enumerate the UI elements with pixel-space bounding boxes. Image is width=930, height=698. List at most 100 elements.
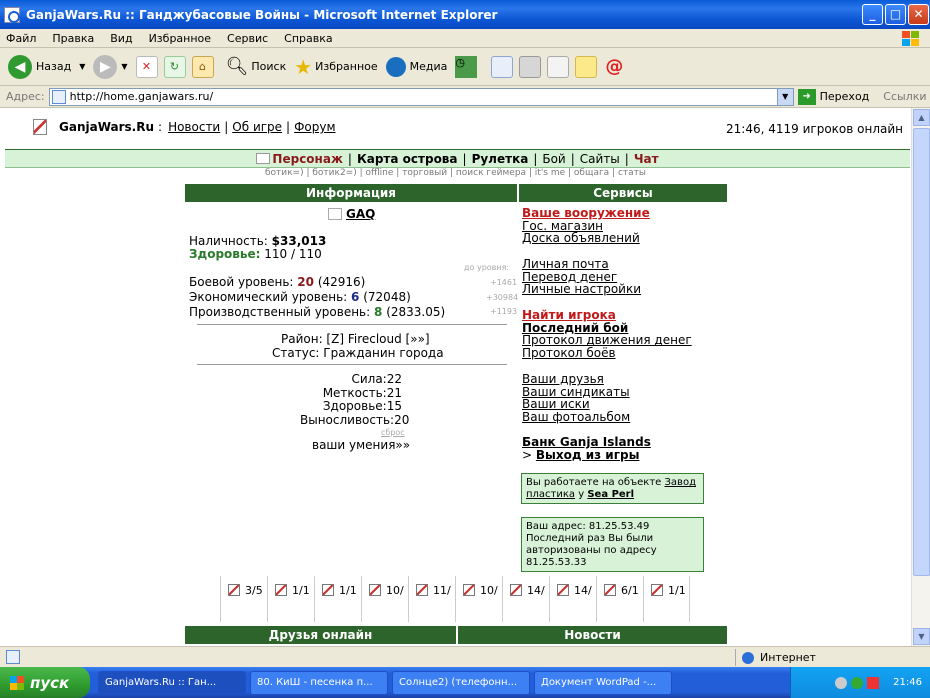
nav-news[interactable]: Новости <box>168 120 220 134</box>
stop-icon[interactable]: ✕ <box>135 55 158 78</box>
status-bar: Интернет <box>0 646 930 667</box>
reset-link[interactable]: сброс <box>381 428 405 437</box>
photo-album-link[interactable]: Ваш фотоальбом <box>522 411 630 424</box>
item-slot[interactable]: 6/1 <box>596 576 643 622</box>
battle-log-link[interactable]: Протокол боёв <box>522 347 692 360</box>
stats-list: Сила:22 Меткость:21 Здоровье:15 Вынослив… <box>300 372 409 428</box>
place-link[interactable]: Sea Perl <box>587 489 634 500</box>
start-button[interactable]: пуск <box>0 667 90 698</box>
menu-view[interactable]: Вид <box>110 32 132 45</box>
close-button[interactable]: ✕ <box>908 4 929 25</box>
nav-about[interactable]: Об игре <box>232 120 282 134</box>
favorites-button[interactable]: ★ Избранное <box>294 55 377 79</box>
messenger-icon[interactable]: @ <box>603 56 625 78</box>
item-slot[interactable]: 3/5 <box>220 576 267 622</box>
money-log-link[interactable]: Протокол движения денег <box>522 334 692 347</box>
info-header: Информация <box>185 184 517 202</box>
item-slot[interactable]: 14/ <box>549 576 596 622</box>
task-wordpad[interactable]: Документ WordPad -... <box>534 670 672 695</box>
scroll-up-icon[interactable]: ▲ <box>913 109 930 126</box>
district[interactable]: Район: [Z] Firecloud [»»] <box>281 332 430 346</box>
scroll-down-icon[interactable]: ▼ <box>913 628 930 645</box>
page-status-icon <box>6 650 20 664</box>
prod-need: +1193 <box>490 307 518 316</box>
nav-forum[interactable]: Форум <box>294 120 335 134</box>
system-tray: 21:46 <box>790 667 930 698</box>
item-slot[interactable]: 1/1 <box>314 576 361 622</box>
tray-icon[interactable] <box>867 676 880 689</box>
services-group-4: Ваши друзья Ваши синдикаты Ваши иски Ваш… <box>522 373 630 423</box>
menu-file[interactable]: Файл <box>6 32 36 45</box>
menu-favorites[interactable]: Избранное <box>149 32 211 45</box>
home-icon[interactable]: ⌂ <box>191 55 214 78</box>
go-button[interactable]: ➜ Переход <box>797 88 869 105</box>
nick-row: GAQ <box>328 207 375 221</box>
scroll-thumb[interactable] <box>913 128 930 576</box>
menu-bar: Файл Правка Вид Избранное Сервис Справка <box>0 29 930 48</box>
mail-icon[interactable] <box>491 55 514 78</box>
task-ie[interactable]: GanjaWars.Ru :: Ган... <box>98 670 246 695</box>
media-button[interactable]: Медиа <box>385 56 447 77</box>
task-messenger[interactable]: Солнце2) (телефонн... <box>392 670 530 695</box>
menu-help[interactable]: Справка <box>284 32 332 45</box>
globe-icon <box>742 651 754 664</box>
item-slot[interactable]: 1/1 <box>643 576 690 622</box>
item-slot[interactable]: 10/ <box>361 576 408 622</box>
clan-icon <box>328 208 342 220</box>
nav-chat[interactable]: Чат <box>634 152 659 166</box>
item-image-icon <box>416 584 428 596</box>
title-bar: GanjaWars.Ru :: Ганджубасовые Войны - Mi… <box>0 0 930 29</box>
print-icon[interactable] <box>519 55 542 78</box>
tray-icon[interactable] <box>835 676 848 689</box>
exit-link[interactable]: Выход из игры <box>536 448 640 462</box>
news-header: Новости <box>458 626 727 644</box>
board-link[interactable]: Доска объявлений <box>522 232 650 245</box>
tray-icon[interactable] <box>851 676 864 689</box>
menu-edit[interactable]: Правка <box>52 32 94 45</box>
nav-battle[interactable]: Бой <box>542 152 565 166</box>
nav-sites[interactable]: Сайты <box>580 152 620 166</box>
history-icon[interactable]: ◷ <box>455 55 478 78</box>
menu-tools[interactable]: Сервис <box>227 32 268 45</box>
skills-link[interactable]: ваши умения»» <box>312 438 410 452</box>
address-input[interactable]: http://home.ganjawars.ru/ ▼ <box>48 87 794 106</box>
vertical-scrollbar[interactable]: ▲ ▼ <box>911 108 930 646</box>
nav-roulette[interactable]: Рулетка <box>472 152 529 166</box>
services-group-1: Ваше вооружение Гос. магазин Доска объяв… <box>522 207 650 245</box>
page-icon <box>51 89 66 104</box>
sub-links[interactable]: ботик=) | ботик2=) | offline | торговый … <box>0 168 911 178</box>
to-level-label: до уровня: <box>464 263 510 272</box>
lawsuits-link[interactable]: Ваши иски <box>522 398 630 411</box>
friends-link[interactable]: Ваши друзья <box>522 373 630 386</box>
item-slot[interactable]: 10/ <box>455 576 502 622</box>
find-player-link[interactable]: Найти игрока <box>522 309 692 322</box>
mail-link[interactable]: Личная почта <box>522 258 641 271</box>
nav-map[interactable]: Карта острова <box>357 152 458 166</box>
task-music[interactable]: 80. КиШ - песенка п... <box>250 670 388 695</box>
taskbar: пуск GanjaWars.Ru :: Ган... 80. КиШ - пе… <box>0 667 930 698</box>
item-slot[interactable]: 14/ <box>502 576 549 622</box>
discuss-icon[interactable] <box>575 55 598 78</box>
forward-button[interactable]: ▶ ▼ <box>93 54 128 79</box>
nav-character[interactable]: Персонаж <box>272 152 342 166</box>
ip-info-box: Ваш адрес: 81.25.53.49 Последний раз Вы … <box>521 517 704 572</box>
settings-link[interactable]: Личные настройки <box>522 283 641 296</box>
search-button[interactable]: 🔍︎ Поиск <box>226 56 287 77</box>
site-header: GanjaWars.Ru : Новости | Об игре | Форум <box>33 119 336 135</box>
chevron-down-icon[interactable]: ▼ <box>776 88 793 105</box>
windows-logo-icon <box>902 31 919 46</box>
item-slot[interactable]: 11/ <box>408 576 455 622</box>
nick-link[interactable]: GAQ <box>346 207 375 221</box>
weapons-link[interactable]: Ваше вооружение <box>522 207 650 220</box>
maximize-button[interactable]: □ <box>885 4 906 25</box>
edit-icon[interactable] <box>547 55 570 78</box>
links-label[interactable]: Ссылки <box>883 90 926 103</box>
back-button[interactable]: ◀ Назад ▼ <box>8 54 85 79</box>
item-slot[interactable]: 1/1 <box>267 576 314 622</box>
ie-icon <box>4 6 20 23</box>
clock: 21:46 <box>893 677 922 688</box>
stat-row: Сила:22 <box>351 372 402 386</box>
minimize-button[interactable]: _ <box>862 4 883 25</box>
refresh-icon[interactable]: ↻ <box>163 55 186 78</box>
combat-need: +1461 <box>490 278 518 287</box>
